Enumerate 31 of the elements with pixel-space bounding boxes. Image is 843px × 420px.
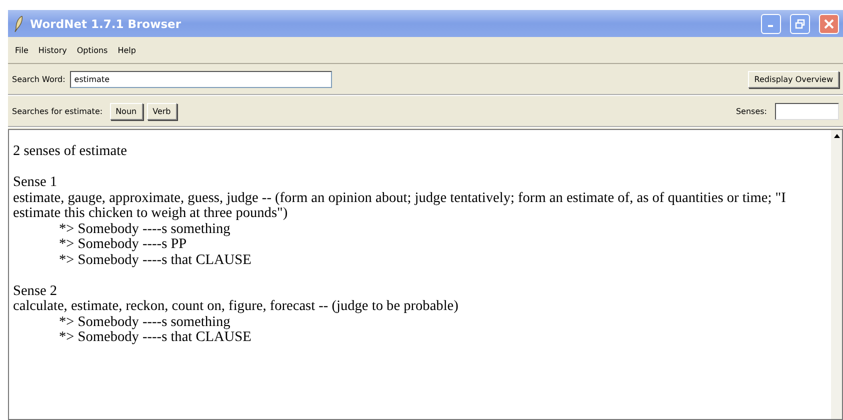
sense-definition: estimate, gauge, approximate, guess, judge -- (form an opinion about; judge tentatively; form an estimate of, as of quantities or time; "I estimate this chicken to weigh at three pounds"): [13, 190, 787, 222]
close-button[interactable]: [819, 14, 839, 34]
sense-title: Sense 1: [13, 175, 58, 190]
sense-title: Sense 2: [13, 284, 58, 299]
results-heading: 2 senses of estimate: [13, 144, 128, 160]
search-field[interactable]: estimate: [70, 70, 332, 88]
search-type-button[interactable]: Noun: [110, 102, 143, 120]
minimize-button[interactable]: [761, 14, 781, 34]
menu-item[interactable]: Help: [112, 46, 141, 54]
sense-definition: calculate, estimate, reckon, count on, figure, forecast -- (judge to be probable): [13, 299, 460, 314]
menu-item[interactable]: Options: [72, 46, 113, 54]
scroll-up-icon[interactable]: [834, 134, 840, 138]
senses-label: Senses:: [736, 106, 767, 116]
search-type-button[interactable]: Verb: [146, 102, 177, 120]
quill-icon: [14, 16, 24, 32]
window-title: WordNet 1.7.1 Browser: [30, 16, 182, 30]
redisplay-button[interactable]: Redisplay Overview: [748, 70, 839, 88]
restore-button[interactable]: [790, 14, 810, 34]
searches-label: Searches for estimate:: [12, 106, 103, 116]
verb-frame: *> Somebody ----s PP: [13, 237, 827, 252]
verb-frame: *> Somebody ----s that CLAUSE: [13, 330, 827, 346]
scrollbar[interactable]: [831, 130, 842, 419]
restore-icon: [795, 18, 805, 28]
menu-item[interactable]: File: [10, 46, 34, 54]
verb-frame: *> Somebody ----s something: [13, 314, 827, 330]
menu-item[interactable]: History: [33, 46, 72, 54]
verb-frame: *> Somebody ----s that CLAUSE: [13, 252, 827, 268]
verb-frame: *> Somebody ----s something: [13, 222, 827, 237]
senses-field[interactable]: [775, 102, 839, 120]
close-icon: [824, 18, 834, 28]
search-label: Search Word:: [12, 74, 66, 84]
